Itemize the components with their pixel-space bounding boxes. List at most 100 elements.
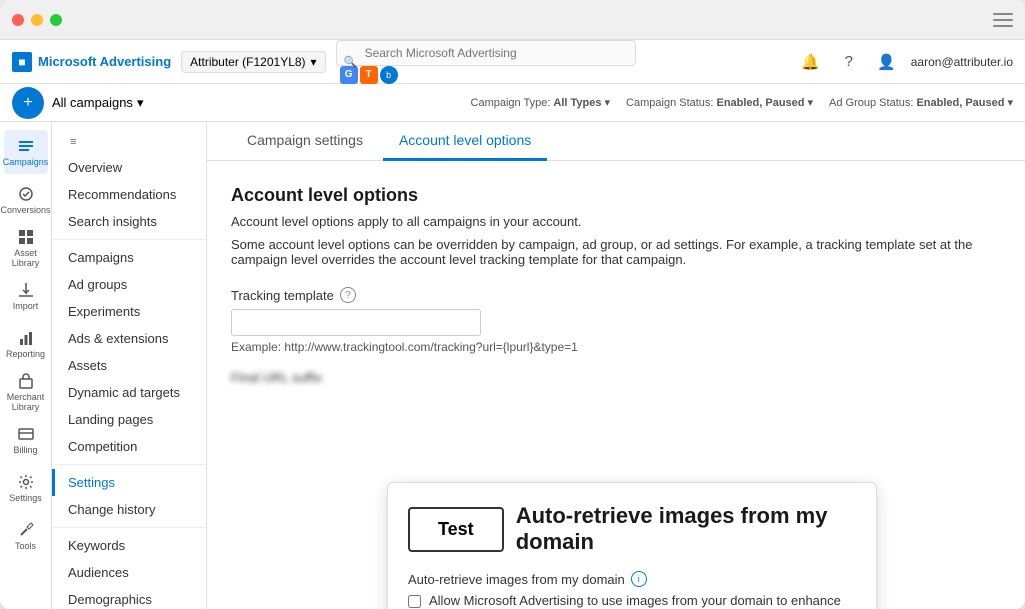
blurred-section: Final URL suffix [231, 370, 1001, 385]
window-controls [12, 14, 62, 26]
collapse-nav-button[interactable]: ≡ [68, 134, 78, 150]
adgroup-status-label: Ad Group Status: [829, 97, 913, 109]
test-popup-row: Test Auto-retrieve images from my domain [408, 503, 856, 555]
nav-item-competition[interactable]: Competition [52, 433, 206, 460]
text-sidebar: ≡ Overview Recommendations Search insigh… [52, 122, 207, 609]
checkbox-row: Allow Microsoft Advertising to use image… [408, 593, 856, 609]
page-description-2: Some account level options can be overri… [231, 237, 1001, 267]
search-badges: G T b [340, 66, 636, 84]
nav-item-assets[interactable]: Assets [52, 352, 206, 379]
sidebar-item-merchant[interactable]: Merchant Library [4, 370, 48, 414]
tab-campaign-settings[interactable]: Campaign settings [231, 122, 379, 161]
campaign-status-filter[interactable]: Campaign Status: Enabled, Paused ▾ [626, 96, 813, 109]
main-content: Campaign settings Account level options … [207, 122, 1025, 609]
tracking-template-hint: Example: http://www.trackingtool.com/tra… [231, 340, 1001, 354]
nav-item-keywords[interactable]: Keywords [52, 532, 206, 559]
tracking-template-input[interactable] [231, 309, 481, 336]
nav-item-campaigns[interactable]: Campaigns [52, 244, 206, 271]
sidebar-item-campaigns[interactable]: Campaigns [4, 130, 48, 174]
tracking-template-group: Tracking template ? Example: http://www.… [231, 287, 1001, 354]
sidebar-item-billing[interactable]: Billing [4, 418, 48, 462]
auto-retrieve-title-popup: Auto-retrieve images from my domain [516, 503, 856, 555]
page-title: Account level options [231, 185, 1001, 206]
sidebar-item-settings-label: Settings [9, 493, 42, 503]
tracking-template-label-row: Tracking template ? [231, 287, 1001, 303]
sidebar-item-settings[interactable]: Settings [4, 466, 48, 510]
sidebar-item-merchant-label: Merchant Library [4, 392, 48, 412]
checkbox-label-text: Allow Microsoft Advertising to use image… [429, 593, 856, 609]
sidebar-item-tools[interactable]: Tools [4, 514, 48, 558]
campaign-type-filter[interactable]: Campaign Type: All Types ▾ [471, 96, 611, 109]
autoretrieve-info-icon[interactable]: i [631, 571, 647, 587]
nav-item-search-insights[interactable]: Search insights [52, 208, 206, 235]
tracking-template-label: Tracking template [231, 288, 334, 303]
notifications-icon[interactable]: 🔔 [797, 48, 825, 76]
nav-item-overview[interactable]: Overview [52, 154, 206, 181]
t-badge: T [360, 66, 378, 84]
chevron-down-icon: ▾ [137, 95, 144, 111]
blurred-content: Final URL suffix [231, 370, 1001, 385]
sidebar-item-asset-label: Asset Library [4, 248, 48, 268]
sidebar-item-conversions-label: Conversions [0, 205, 50, 215]
all-campaigns-label: All campaigns [52, 95, 133, 110]
autoretrieve-label-text: Auto-retrieve images from my domain [408, 572, 625, 587]
sidebar-item-billing-label: Billing [13, 445, 37, 455]
sidebar-item-reporting-label: Reporting [6, 349, 45, 359]
g-badge: G [340, 66, 358, 84]
autoretrieve-section: Auto-retrieve images from my domain i Al… [408, 571, 856, 609]
app-window: ■ Microsoft Advertising Attributer (F120… [0, 0, 1025, 609]
sidebar-item-tools-label: Tools [15, 541, 36, 551]
menu-icon[interactable] [993, 13, 1013, 27]
tab-account-level-options[interactable]: Account level options [383, 122, 547, 161]
nav-item-change-history[interactable]: Change history [52, 496, 206, 523]
sidebar-item-import[interactable]: Import [4, 274, 48, 318]
sidebar-item-conversions[interactable]: Conversions [4, 178, 48, 222]
nav-icons-area: 🔔 ? 👤 aaron@attributer.io [797, 48, 1013, 76]
close-button[interactable] [12, 14, 24, 26]
sidebar-item-import-label: Import [13, 301, 39, 311]
test-button[interactable]: Test [408, 507, 504, 552]
chevron-down-icon: ▾ [605, 96, 611, 109]
help-icon[interactable]: ? [835, 48, 863, 76]
chevron-down-icon: ▾ [1007, 96, 1013, 109]
bing-badge: b [380, 66, 398, 84]
nav-item-recommendations[interactable]: Recommendations [52, 181, 206, 208]
campaign-type-value: All Types [553, 97, 601, 109]
minimize-button[interactable] [31, 14, 43, 26]
content-body: Account level options Account level opti… [207, 161, 1025, 421]
search-input[interactable] [336, 40, 636, 66]
chevron-down-icon: ▾ [808, 96, 814, 109]
maximize-button[interactable] [50, 14, 62, 26]
sidebar-item-reporting[interactable]: Reporting [4, 322, 48, 366]
campaign-status-value: Enabled, Paused [716, 97, 804, 109]
account-selector[interactable]: Attributer (F1201YL8) ▾ [181, 51, 325, 73]
nav-item-ads-extensions[interactable]: Ads & extensions [52, 325, 206, 352]
nav-item-adgroups[interactable]: Ad groups [52, 271, 206, 298]
sidebar-item-asset-library[interactable]: Asset Library [4, 226, 48, 270]
search-bar: 🔍 G T b [336, 40, 636, 84]
campaign-status-label: Campaign Status: [626, 97, 713, 109]
tracking-template-help-icon[interactable]: ? [340, 287, 356, 303]
nav-item-demographics[interactable]: Demographics [52, 586, 206, 609]
page-description: Account level options apply to all campa… [231, 214, 1001, 229]
sub-navigation: + All campaigns ▾ Campaign Type: All Typ… [0, 84, 1025, 122]
filters-area: Campaign Type: All Types ▾ Campaign Stat… [471, 96, 1013, 109]
nav-item-experiments[interactable]: Experiments [52, 298, 206, 325]
nav-item-landing-pages[interactable]: Landing pages [52, 406, 206, 433]
brand-logo-area: ■ Microsoft Advertising [12, 52, 171, 72]
autoretrieve-checkbox[interactable] [408, 595, 421, 608]
main-area: Campaigns Conversions Asset Library Impo… [0, 122, 1025, 609]
icon-sidebar: Campaigns Conversions Asset Library Impo… [0, 122, 52, 609]
sidebar-item-campaigns-label: Campaigns [3, 157, 49, 167]
titlebar [0, 0, 1025, 40]
account-name: Attributer (F1201YL8) [190, 55, 305, 69]
microsoft-logo: ■ [12, 52, 32, 72]
chevron-down-icon: ▾ [311, 55, 317, 69]
nav-item-settings[interactable]: Settings [52, 469, 206, 496]
adgroup-status-filter[interactable]: Ad Group Status: Enabled, Paused ▾ [829, 96, 1013, 109]
nav-item-dynamic-ad[interactable]: Dynamic ad targets [52, 379, 206, 406]
all-campaigns-selector[interactable]: All campaigns ▾ [52, 95, 143, 111]
user-icon[interactable]: 👤 [873, 48, 901, 76]
nav-item-audiences[interactable]: Audiences [52, 559, 206, 586]
create-button[interactable]: + [12, 87, 44, 119]
